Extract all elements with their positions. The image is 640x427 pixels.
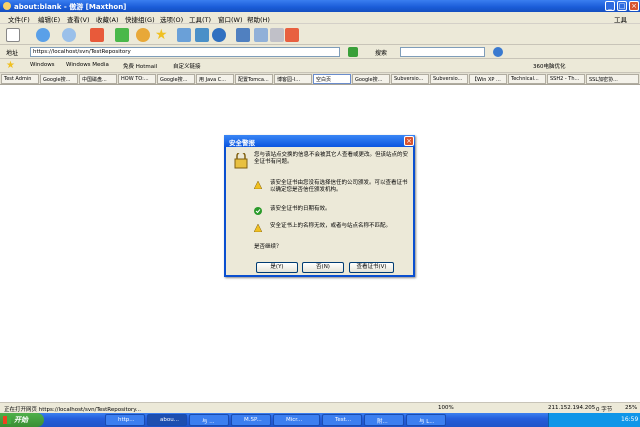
rate-text: 25%	[625, 405, 638, 411]
tab[interactable]: 配置Tomca...	[235, 74, 273, 84]
lock-warning-icon	[234, 153, 248, 169]
refresh-icon[interactable]	[115, 28, 129, 42]
dialog-item-1: 该安全证书由您没有选择信任的公司颁发。可以查看证书以确定您是否信任颁发机构。	[270, 180, 408, 193]
menu-view[interactable]: 查看(V)	[67, 14, 90, 24]
search-engine-icon[interactable]	[493, 47, 503, 57]
tab[interactable]: 博客园-I...	[274, 74, 312, 84]
taskbar-item[interactable]: Micr...	[273, 414, 320, 426]
search-input[interactable]	[400, 47, 485, 57]
fav-windows[interactable]: Windows	[30, 62, 55, 68]
forward-icon[interactable]	[62, 28, 76, 42]
yes-button[interactable]: 是(Y)	[256, 262, 298, 273]
dialog-close-button[interactable]: ×	[404, 136, 414, 146]
warning-icon	[254, 181, 262, 189]
start-label: 开始	[14, 416, 28, 424]
title-bar: about:blank - 傲游 [Maxthon]	[0, 0, 640, 12]
dialog-item-3: 安全证书上的名称无效，或者与站点名称不匹配。	[270, 223, 392, 229]
tab[interactable]: SSL加密协...	[586, 74, 639, 84]
tab[interactable]: 中国磁盘...	[79, 74, 117, 84]
window-title: about:blank - 傲游 [Maxthon]	[14, 3, 127, 11]
dialog-title: 安全警报	[224, 135, 415, 147]
taskbar-item[interactable]: 与 ...	[189, 414, 229, 426]
tab[interactable]: HOW TO:...	[118, 74, 156, 84]
go-icon[interactable]	[348, 47, 358, 57]
close-button[interactable]: ×	[629, 1, 639, 11]
tab[interactable]: Subversio...	[391, 74, 429, 84]
menu-file[interactable]: 文件(F)	[8, 14, 30, 24]
maximize-button[interactable]: □	[617, 1, 627, 11]
tab[interactable]: Test Admin	[1, 74, 39, 84]
check-icon	[254, 207, 262, 215]
fav-windows-media[interactable]: Windows Media	[66, 62, 109, 68]
tab[interactable]: SSH2 - Th...	[547, 74, 585, 84]
address-input[interactable]: https://localhost/svn/TestRepository	[30, 47, 340, 57]
close-all-icon[interactable]	[285, 28, 299, 42]
groups-icon[interactable]	[177, 28, 191, 42]
security-alert-dialog: 安全警报 × 您与该站点交换的信息不会被其它人查看或更改。但该站点的安全证书有问…	[224, 135, 415, 277]
minimize-button[interactable]: _	[605, 1, 615, 11]
tab[interactable]: Subversio...	[430, 74, 468, 84]
sidebar-icon[interactable]	[195, 28, 209, 42]
menu-edit[interactable]: 编辑(E)	[38, 14, 60, 24]
favorites-star-icon[interactable]: ★	[155, 27, 168, 43]
taskbar-item[interactable]: 与 L...	[406, 414, 446, 426]
favorites-icon[interactable]: ★	[6, 60, 15, 71]
favorites-bar: ★ Windows Windows Media 免费 Hotmail 自定义链接…	[0, 59, 640, 73]
warning-icon	[254, 224, 262, 232]
taskbar-item[interactable]: 附...	[364, 414, 404, 426]
stop-icon[interactable]	[90, 28, 104, 42]
menu-groups[interactable]: 快捷组(G)	[125, 14, 155, 24]
window-icon[interactable]	[254, 28, 268, 42]
taskbar-item[interactable]: http...	[105, 414, 145, 426]
address-bar: 地址 https://localhost/svn/TestRepository …	[0, 45, 640, 59]
back-icon[interactable]	[36, 28, 50, 42]
address-label: 地址	[6, 50, 19, 57]
toolbar: ★	[0, 24, 640, 45]
taskbar-item[interactable]: Test...	[322, 414, 362, 426]
tab[interactable]: Google搜...	[157, 74, 195, 84]
ip-address: 211.152.194.205	[548, 405, 596, 411]
layout-icon[interactable]	[236, 28, 250, 42]
dialog-intro: 您与该站点交换的信息不会被其它人查看或更改。但该站点的安全证书有问题。	[254, 152, 409, 165]
status-bar: 正在打开网页 https://localhost/svn/TestReposit…	[0, 402, 640, 413]
menu-tools[interactable]: 工具(T)	[189, 14, 211, 24]
taskbar-item-active[interactable]: abou...	[147, 414, 187, 426]
start-button[interactable]: 开始	[0, 413, 44, 427]
tile-icon[interactable]	[270, 28, 284, 42]
tab-bar: Test Admin Google搜... 中国磁盘... HOW TO:...…	[0, 73, 640, 85]
windows-logo-icon	[3, 416, 11, 424]
fav-right[interactable]: 360电脑优化	[533, 62, 566, 70]
taskbar-item[interactable]: M.SP...	[231, 414, 271, 426]
fav-custom-links[interactable]: 自定义链接	[173, 62, 201, 70]
zoom-level[interactable]: 100%	[438, 405, 454, 411]
menu-options[interactable]: 选项(O)	[160, 14, 183, 24]
no-button[interactable]: 否(N)	[302, 262, 344, 273]
tab[interactable]: 用 Java C...	[196, 74, 234, 84]
tab[interactable]: Technical...	[508, 74, 546, 84]
tab[interactable]: Google搜...	[352, 74, 390, 84]
menu-tools-right[interactable]: 工具	[614, 14, 627, 24]
dialog-question: 是否继续？	[254, 244, 282, 250]
maxthon-logo-icon	[3, 2, 11, 10]
tab[interactable]: Google搜...	[40, 74, 78, 84]
menu-help[interactable]: 帮助(H)	[247, 14, 270, 24]
search-label: 搜索	[375, 50, 388, 57]
speed-text: 0 字节	[596, 407, 613, 413]
new-page-icon[interactable]	[6, 28, 20, 42]
system-tray: 16:59	[548, 413, 640, 427]
tab[interactable]: 【Win XP ...	[469, 74, 507, 84]
view-certificate-button[interactable]: 查看证书(V)	[349, 262, 394, 273]
menu-window[interactable]: 窗口(W)	[218, 14, 243, 24]
fav-hotmail[interactable]: 免费 Hotmail	[123, 62, 157, 70]
dialog-item-2: 该安全证书的日期有效。	[270, 206, 331, 212]
clock: 16:59	[621, 416, 639, 423]
address-value: https://localhost/svn/TestRepository	[33, 49, 131, 55]
menu-favorites[interactable]: 收藏(A)	[96, 14, 119, 24]
menu-bar: 文件(F) 编辑(E) 查看(V) 收藏(A) 快捷组(G) 选项(O) 工具(…	[0, 12, 640, 24]
tab-active[interactable]: 空白页	[313, 74, 351, 84]
status-text: 正在打开网页 https://localhost/svn/TestReposit…	[4, 407, 142, 413]
home-icon[interactable]	[136, 28, 150, 42]
taskbar: 开始 http... abou... 与 ... M.SP... Micr...…	[0, 413, 640, 427]
undo-icon[interactable]	[212, 28, 226, 42]
